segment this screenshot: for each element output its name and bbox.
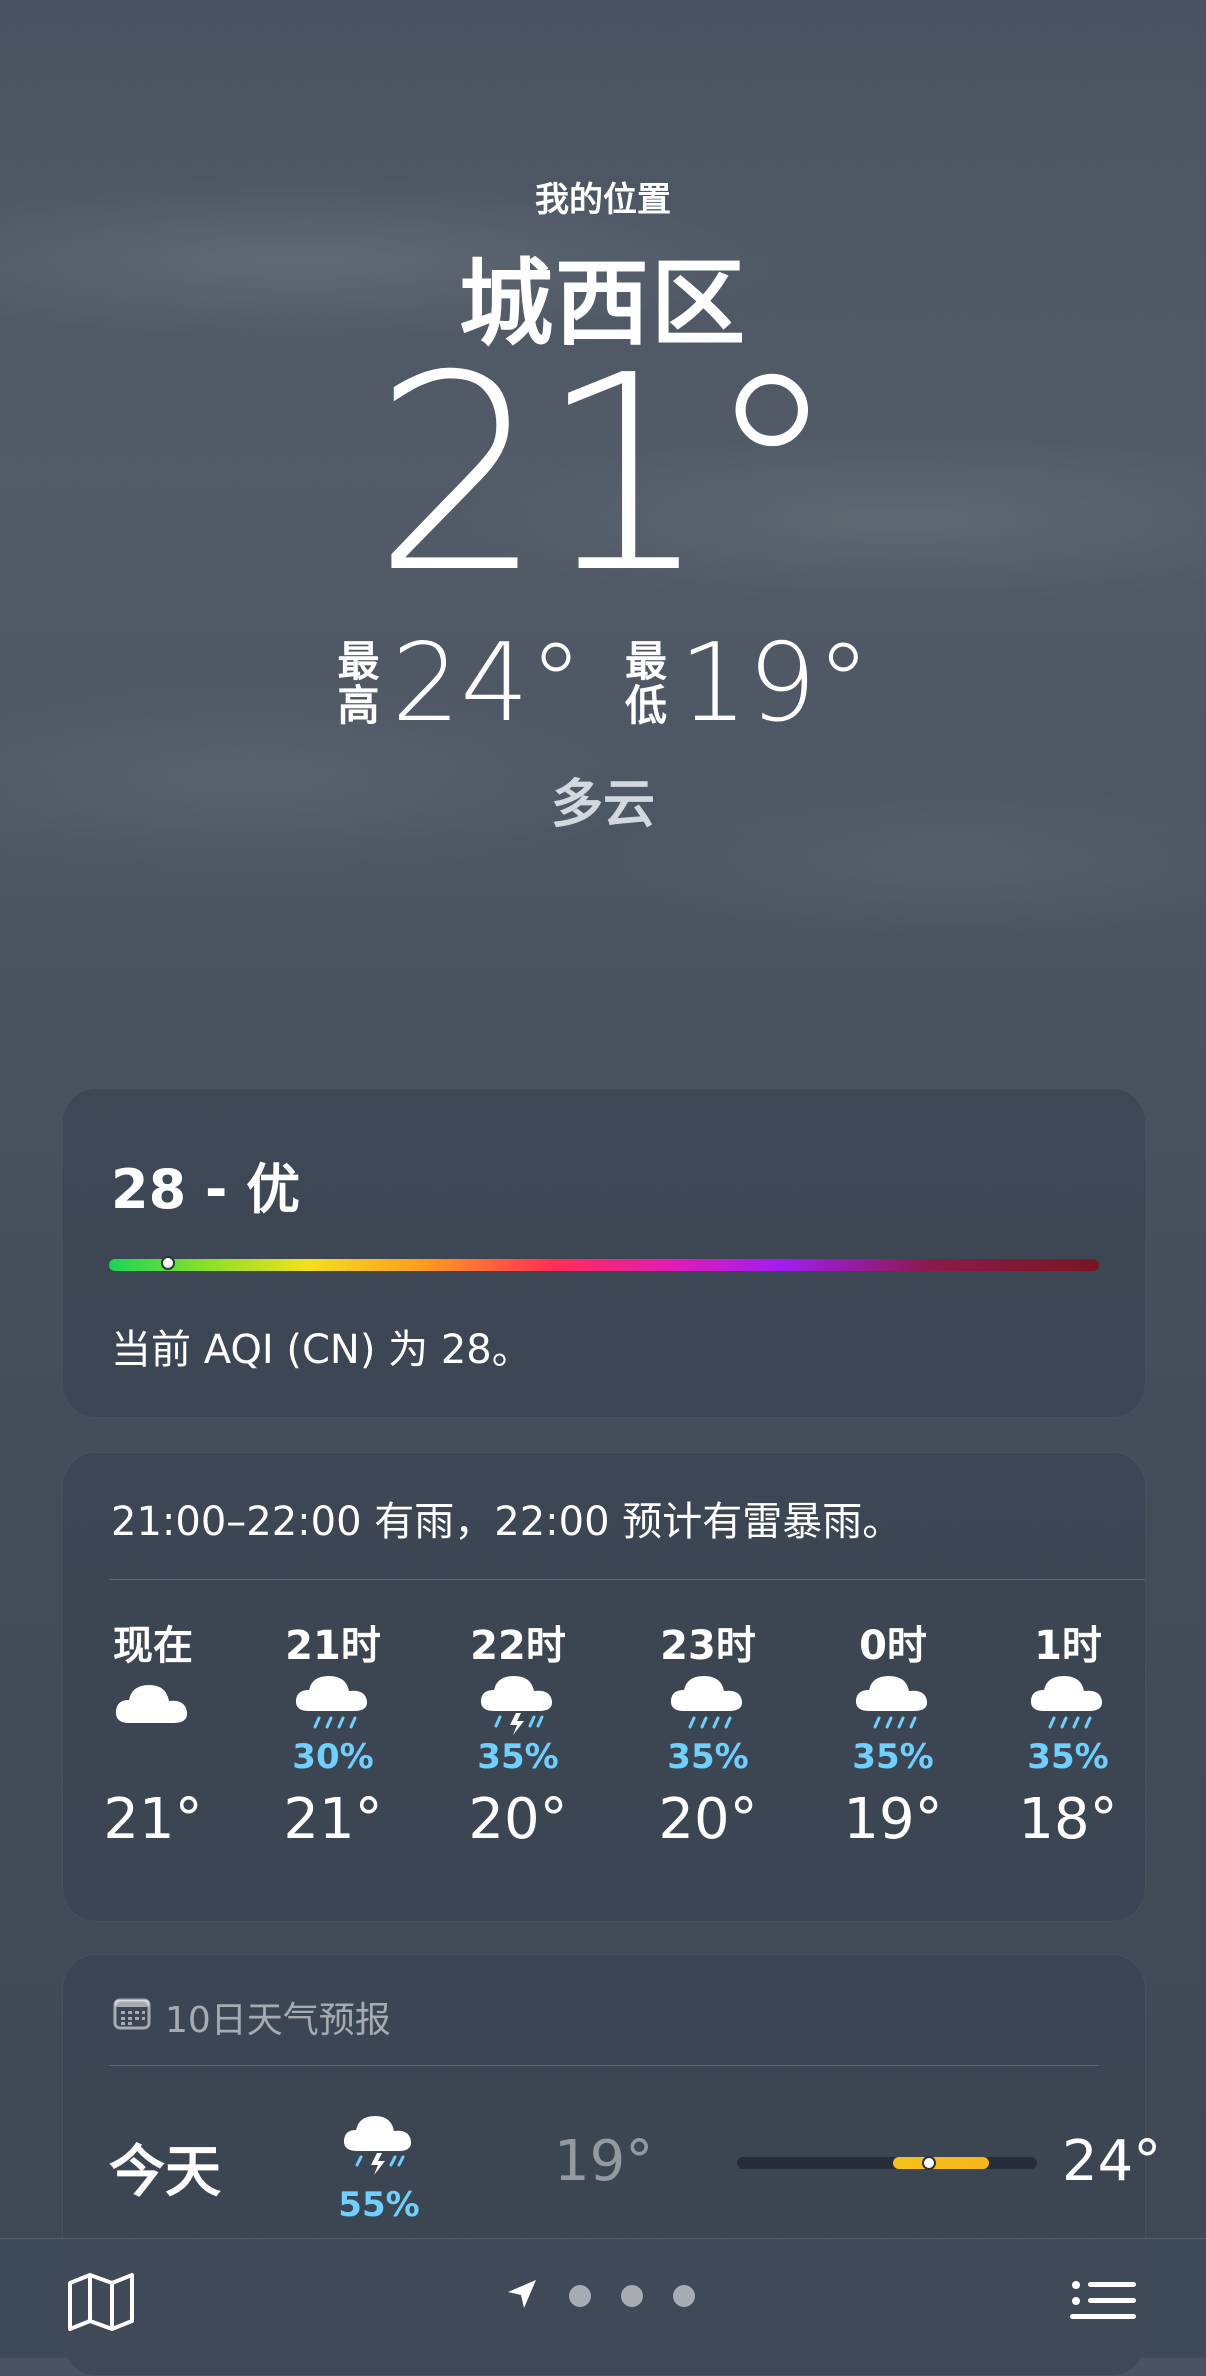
hour-temp: 21° [283,1787,383,1852]
hour-column: 21时 30% 21° [253,1613,413,1852]
current-temperature: 21° [372,317,840,632]
hourly-summary: 21:00–22:00 有雨，22:00 预计有雷暴雨。 [111,1499,903,1545]
forecast-high: 24° [1062,2129,1162,2194]
hour-time: 23时 [660,1623,756,1669]
forecast-day-row[interactable]: 今天 55% 19° 24° [109,2085,1161,2235]
page-dot[interactable] [621,2285,643,2307]
hour-precip: 35% [667,1737,749,1777]
forecast-low: 19° [554,2129,654,2194]
location-arrow-icon[interactable] [505,2277,539,2315]
forecast-precip: 55% [338,2185,420,2225]
hourly-divider [109,1579,1145,1580]
forecast-divider [109,2065,1099,2066]
hour-time: 现在 [113,1623,193,1669]
forecast-title: 10日天气预报 [165,2000,391,2041]
cloud-icon [73,1671,233,1741]
location-label: 我的位置 [535,180,671,220]
aqi-scale-bar [109,1256,1099,1271]
forecast-range-bar [737,2156,1037,2170]
low-temperature: 最 低 19° [623,630,870,738]
hour-temp: 18° [1018,1787,1118,1852]
hour-temp: 19° [843,1787,943,1852]
aqi-value: 28 - 优 [111,1158,301,1221]
hour-precip: 30% [292,1737,374,1777]
cloud-bolt-rain-icon [438,1671,598,1741]
high-value: 24° [391,621,583,746]
aqi-description: 当前 AQI (CN) 为 28。 [111,1327,532,1373]
hourly-forecast-card[interactable]: 21:00–22:00 有雨，22:00 预计有雷暴雨。 现在 21° 21时 30%… [62,1452,1146,1922]
hour-time: 22时 [470,1623,566,1669]
hour-column: 22时 35% 20° [438,1613,598,1852]
hour-precip: 35% [1027,1737,1109,1777]
hour-column: 0时 35% 19° [813,1613,973,1852]
forecast-range-fill [893,2157,989,2169]
hour-column: 23时 35% 20° [628,1613,788,1852]
hour-time: 21时 [285,1623,381,1669]
weather-condition: 多云 [550,775,655,835]
hour-precip: 35% [477,1737,559,1777]
cloud-bolt-rain-icon [339,2107,419,2183]
hour-temp: 21° [103,1787,203,1852]
list-icon[interactable] [1070,2279,1138,2327]
high-temperature: 最 高 24° [336,630,583,738]
forecast-day-label: 今天 [109,2140,221,2205]
forecast-current-indicator [922,2156,936,2170]
high-label: 最 高 [337,637,380,730]
page-dot[interactable] [673,2285,695,2307]
map-icon[interactable] [66,2271,136,2337]
cloud-rain-icon [813,1671,973,1741]
forecast-header: 10日天气预报 [113,1991,391,2043]
page-indicator[interactable] [505,2277,695,2315]
hour-time: 0时 [859,1623,927,1669]
hour-temp: 20° [658,1787,758,1852]
aqi-indicator [161,1256,176,1270]
hour-precip [73,1737,233,1777]
hour-time: 1时 [1034,1623,1102,1669]
high-low-temperatures: 最 高 24° 最 低 19° [0,630,1206,738]
cloud-rain-icon [253,1671,413,1741]
hour-column: 现在 21° [73,1613,233,1852]
hour-temp: 20° [468,1787,568,1852]
hour-precip: 35% [852,1737,934,1777]
hour-column: 1时 35% 18° [988,1613,1148,1852]
hourly-row[interactable]: 现在 21° 21时 30% 21° 22时 35% 20° 23时 35% 20° 0时 35% 19°… [63,1613,1145,1913]
low-value: 19° [679,621,871,746]
air-quality-card[interactable]: 28 - 优 当前 AQI (CN) 为 28。 [62,1088,1146,1418]
cloud-rain-icon [628,1671,788,1741]
cloud-rain-icon [988,1671,1148,1741]
bottom-toolbar [0,2238,1206,2358]
calendar-icon [113,1996,151,2039]
page-dot[interactable] [569,2285,591,2307]
low-label: 最 低 [624,637,667,730]
